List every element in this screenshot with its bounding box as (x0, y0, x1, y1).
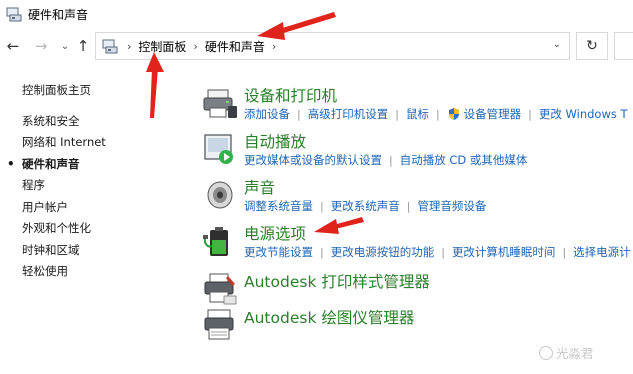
sidebar-item-user-accounts[interactable]: 用户帐户 (22, 197, 182, 219)
category-title-sound[interactable]: 声音 (244, 176, 275, 198)
link-divider: | (320, 199, 324, 213)
link-divider: | (562, 245, 567, 259)
speaker-icon (207, 181, 233, 209)
window-title: 硬件和声音 (28, 7, 89, 22)
link-device-manager[interactable]: 设备管理器 (464, 106, 522, 122)
category-links: 更改媒体或设备的默认设置 | 自动播放 CD 或其他媒体 (244, 152, 527, 168)
watermark-text: 光淼君 (556, 346, 594, 361)
autodesk-plotter-icon (204, 309, 234, 340)
navigation-bar: ← → ⌄ ↑ › 控制面板 › 硬件和声音 › ⌄ ↻ (0, 30, 633, 62)
up-button[interactable]: ↑ (74, 37, 92, 55)
sidebar-item-hardware-sound[interactable]: • 硬件和声音 (7, 154, 182, 176)
search-input[interactable] (614, 32, 633, 60)
link-autoplay-cd[interactable]: 自动播放 CD 或其他媒体 (400, 152, 528, 168)
category-title-autodesk-print-style[interactable]: Autodesk 打印样式管理器 (244, 270, 430, 292)
forward-button[interactable]: → (32, 37, 50, 55)
link-manage-audio-devices[interactable]: 管理音频设备 (417, 198, 486, 214)
sidebar-item-programs[interactable]: 程序 (22, 175, 182, 197)
category-title-autodesk-plotter[interactable]: Autodesk 绘图仪管理器 (244, 306, 414, 328)
link-add-device[interactable]: 添加设备 (244, 106, 290, 122)
link-power-button-function[interactable]: 更改电源按钮的功能 (331, 244, 435, 260)
battery-power-icon (203, 227, 228, 256)
category-links: 调整系统音量 | 更改系统声音 | 管理音频设备 (244, 198, 486, 214)
address-dropdown-icon[interactable]: ⌄ (553, 39, 561, 50)
chevron-down-icon: ⌄ (60, 40, 70, 52)
sidebar: 控制面板主页 系统和安全 网络和 Internet • 硬件和声音 程序 用户帐… (7, 80, 182, 283)
link-adjust-volume[interactable]: 调整系统音量 (244, 198, 313, 214)
address-bar[interactable]: › 控制面板 › 硬件和声音 › ⌄ (95, 32, 570, 60)
link-divider: | (389, 153, 393, 167)
sidebar-item-appearance[interactable]: 外观和个性化 (22, 218, 182, 240)
autodesk-print-style-icon (204, 273, 237, 305)
sidebar-item-ease-of-access[interactable]: 轻松使用 (22, 261, 182, 283)
link-mouse[interactable]: 鼠标 (406, 106, 429, 122)
uac-shield-icon (448, 108, 459, 120)
control-panel-icon (102, 39, 118, 54)
breadcrumb-separator-icon: › (193, 39, 198, 53)
link-divider: | (441, 245, 445, 259)
category-title-autoplay[interactable]: 自动播放 (244, 130, 306, 152)
sidebar-item-label: 硬件和声音 (22, 156, 80, 171)
sidebar-item-network-internet[interactable]: 网络和 Internet (22, 132, 182, 154)
link-change-system-sounds[interactable]: 更改系统声音 (331, 198, 400, 214)
link-divider: | (435, 107, 440, 121)
up-arrow-icon: ↑ (76, 37, 90, 55)
breadcrumb-separator-icon: › (271, 39, 277, 53)
link-divider: | (297, 107, 301, 121)
printer-device-icon (203, 89, 237, 118)
link-change-windows[interactable]: 更改 Windows T (539, 106, 628, 122)
recent-locations-button[interactable]: ⌄ (56, 37, 74, 55)
watermark-icon (539, 346, 553, 360)
link-divider: | (395, 107, 399, 121)
category-title-power-options[interactable]: 电源选项 (244, 222, 306, 244)
refresh-icon: ↻ (586, 38, 598, 54)
link-choose-power-plan[interactable]: 选择电源计 (573, 244, 631, 260)
annotation-arrow-power-options (314, 217, 364, 234)
back-button[interactable]: ← (4, 37, 22, 55)
link-divider: | (528, 107, 532, 121)
breadcrumb-control-panel[interactable]: 控制面板 (138, 38, 186, 55)
breadcrumb-separator-icon: › (127, 39, 132, 53)
link-advanced-printer-settings[interactable]: 高级打印机设置 (308, 106, 389, 122)
refresh-button[interactable]: ↻ (576, 32, 608, 60)
category-links: 添加设备 | 高级打印机设置 | 鼠标 | 设备管理器 | 更改 Windows… (244, 106, 628, 122)
category-title-devices-printers[interactable]: 设备和打印机 (244, 84, 337, 106)
link-divider: | (320, 245, 324, 259)
control-panel-icon (6, 7, 22, 22)
sidebar-item-system-security[interactable]: 系统和安全 (22, 111, 182, 133)
sidebar-item-clock-region[interactable]: 时钟和区域 (22, 240, 182, 262)
forward-arrow-icon: → (34, 37, 48, 55)
link-change-default-media[interactable]: 更改媒体或设备的默认设置 (244, 152, 382, 168)
breadcrumb-hardware-sound[interactable]: 硬件和声音 (205, 38, 265, 55)
category-links: 更改节能设置 | 更改电源按钮的功能 | 更改计算机睡眠时间 | 选择电源计 (244, 244, 631, 260)
title-bar: 硬件和声音 (0, 0, 633, 28)
active-bullet-icon: • (7, 156, 15, 171)
watermark: 光淼君 (539, 343, 594, 362)
autoplay-icon (204, 134, 233, 164)
link-divider: | (406, 199, 411, 213)
link-change-power-saving[interactable]: 更改节能设置 (244, 244, 313, 260)
sidebar-item-control-panel-home[interactable]: 控制面板主页 (22, 80, 182, 102)
back-arrow-icon: ← (6, 37, 20, 55)
link-change-sleep-time[interactable]: 更改计算机睡眠时间 (452, 244, 556, 260)
